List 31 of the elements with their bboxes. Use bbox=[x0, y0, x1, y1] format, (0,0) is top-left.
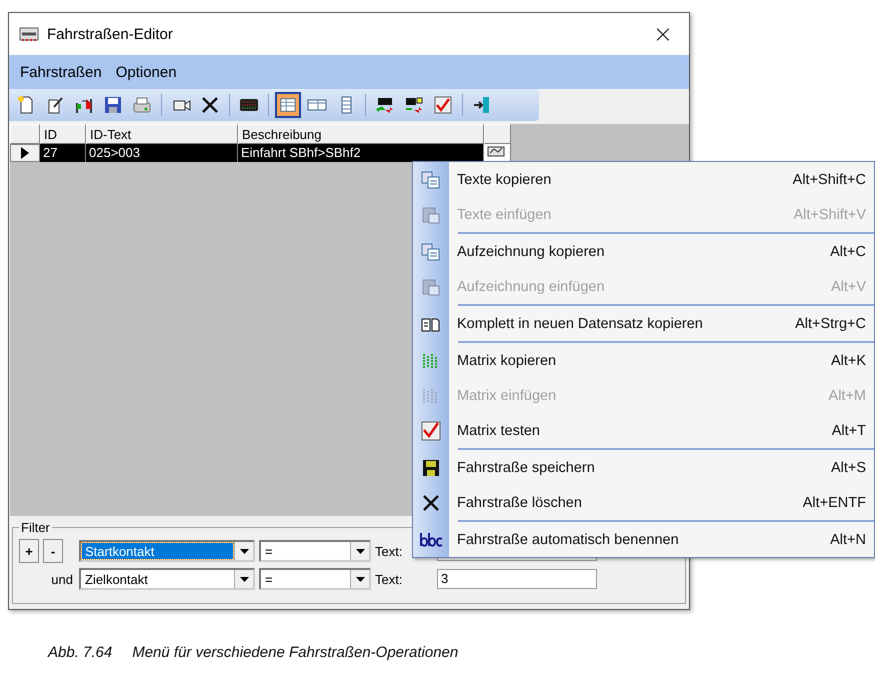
add-button[interactable]: + bbox=[19, 539, 39, 563]
operator-dropdown[interactable]: = bbox=[259, 568, 371, 590]
text-field[interactable]: 3 bbox=[437, 569, 597, 589]
table-cell[interactable]: 025>003 bbox=[86, 144, 238, 162]
close-button[interactable]: × bbox=[646, 20, 679, 48]
column-header[interactable]: ID bbox=[40, 124, 86, 144]
filter-title: Filter bbox=[20, 520, 51, 535]
text-label: Text: bbox=[375, 544, 404, 558]
menu-item[interactable]: Texte kopieren Alt+Shift+C bbox=[413, 162, 874, 197]
window-title: Fahrstraßen-Editor bbox=[47, 26, 174, 42]
menu-item[interactable]: Matrix kopieren Alt+K bbox=[413, 343, 874, 378]
menu-bar-item[interactable]: Optionen bbox=[110, 62, 182, 82]
menu-bar-item[interactable]: Fahrstraßen bbox=[15, 62, 107, 82]
menu-item[interactable]: Fahrstraße automatisch benennen Alt+N bbox=[413, 522, 874, 557]
conjunction-label: und bbox=[50, 572, 74, 586]
column-header[interactable]: ID-Text bbox=[86, 124, 238, 144]
operator-dropdown[interactable]: = bbox=[259, 540, 371, 562]
figure-number: Abb. 7.64 bbox=[48, 644, 112, 661]
column-header[interactable]: Beschreibung bbox=[238, 124, 484, 144]
figure-caption: Menü für verschiedene Fahrstraßen-Operationen bbox=[132, 644, 458, 661]
menu-item[interactable]: Fahrstraße löschen Alt+ENTF bbox=[413, 485, 874, 520]
field-dropdown[interactable]: Zielkontakt bbox=[79, 568, 255, 590]
menu-item[interactable]: Matrix testen Alt+T bbox=[413, 413, 874, 448]
table-cell[interactable]: Einfahrt SBhf>SBhf2 bbox=[238, 144, 484, 162]
menu-item[interactable]: Aufzeichnung kopieren Alt+C bbox=[413, 234, 874, 269]
menu-item[interactable]: Komplett in neuen Datensatz kopieren Alt+Strg+C bbox=[413, 306, 874, 341]
remove-button[interactable]: - bbox=[43, 539, 63, 563]
text-label: Text: bbox=[375, 572, 404, 586]
field-dropdown[interactable]: Startkontakt bbox=[79, 540, 255, 562]
table-cell[interactable]: 27 bbox=[40, 144, 86, 162]
menu-item[interactable]: Fahrstraße speichern Alt+S bbox=[413, 450, 874, 485]
